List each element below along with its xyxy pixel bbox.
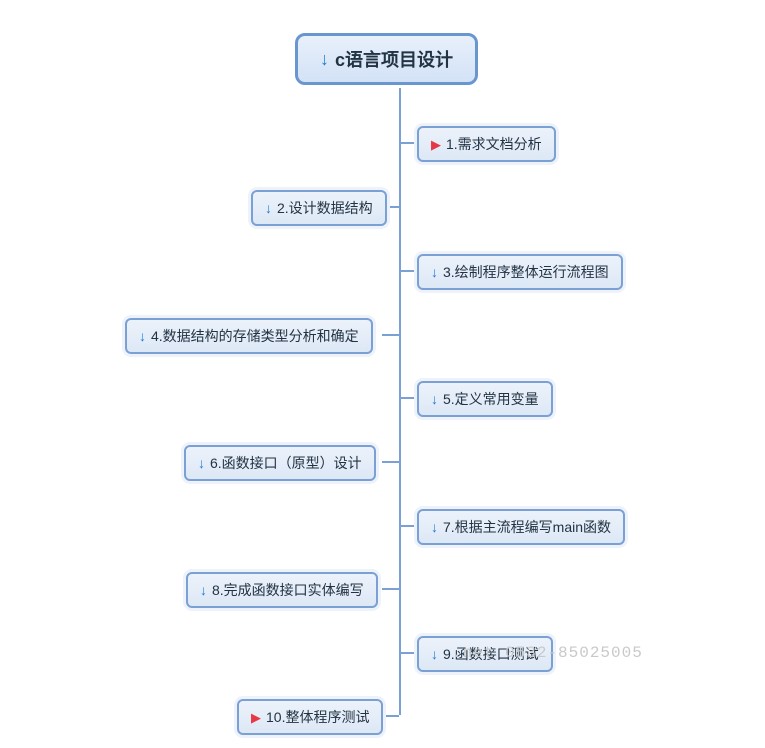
node-1-label: 1.需求文档分析 (446, 134, 542, 154)
arrow-down-icon: ↓ (431, 392, 438, 406)
node-3[interactable]: ↓ 3.绘制程序整体运行流程图 (417, 254, 623, 290)
node-8[interactable]: ↓ 8.完成函数接口实体编写 (186, 572, 378, 608)
flag-icon: ▶ (431, 138, 441, 151)
arrow-down-icon: ↓ (431, 265, 438, 279)
node-8-label: 8.完成函数接口实体编写 (212, 580, 364, 600)
arrow-down-icon: ↓ (265, 201, 272, 215)
branch-6 (382, 461, 399, 463)
arrow-down-icon: ↓ (320, 50, 329, 68)
node-4-label: 4.数据结构的存储类型分析和确定 (151, 326, 359, 346)
node-7-label: 7.根据主流程编写main函数 (443, 517, 611, 537)
branch-10 (382, 715, 399, 717)
arrow-down-icon: ↓ (431, 647, 438, 661)
arrow-down-icon: ↓ (139, 329, 146, 343)
branch-9 (400, 652, 417, 654)
node-3-label: 3.绘制程序整体运行流程图 (443, 262, 609, 282)
node-1[interactable]: ▶ 1.需求文档分析 (417, 126, 556, 162)
branch-8 (382, 588, 399, 590)
branch-5 (400, 397, 417, 399)
flag-icon: ▶ (251, 711, 261, 724)
branch-1 (400, 142, 417, 144)
watermark-text: .net 0532-85025005 (452, 644, 643, 662)
arrow-down-icon: ↓ (198, 456, 205, 470)
node-10-label: 10.整体程序测试 (266, 707, 369, 727)
node-2-label: 2.设计数据结构 (277, 198, 373, 218)
branch-7 (400, 525, 417, 527)
branch-3 (400, 270, 417, 272)
trunk-line (399, 88, 401, 715)
branch-4 (382, 334, 399, 336)
node-5-label: 5.定义常用变量 (443, 389, 539, 409)
node-4[interactable]: ↓ 4.数据结构的存储类型分析和确定 (125, 318, 373, 354)
node-2[interactable]: ↓ 2.设计数据结构 (251, 190, 387, 226)
node-6-label: 6.函数接口（原型）设计 (210, 453, 362, 473)
node-7[interactable]: ↓ 7.根据主流程编写main函数 (417, 509, 625, 545)
node-6[interactable]: ↓ 6.函数接口（原型）设计 (184, 445, 376, 481)
arrow-down-icon: ↓ (431, 520, 438, 534)
node-5[interactable]: ↓ 5.定义常用变量 (417, 381, 553, 417)
arrow-down-icon: ↓ (200, 583, 207, 597)
root-node[interactable]: ↓ c语言项目设计 (295, 33, 478, 85)
node-10[interactable]: ▶ 10.整体程序测试 (237, 699, 383, 735)
root-label: c语言项目设计 (335, 46, 453, 72)
